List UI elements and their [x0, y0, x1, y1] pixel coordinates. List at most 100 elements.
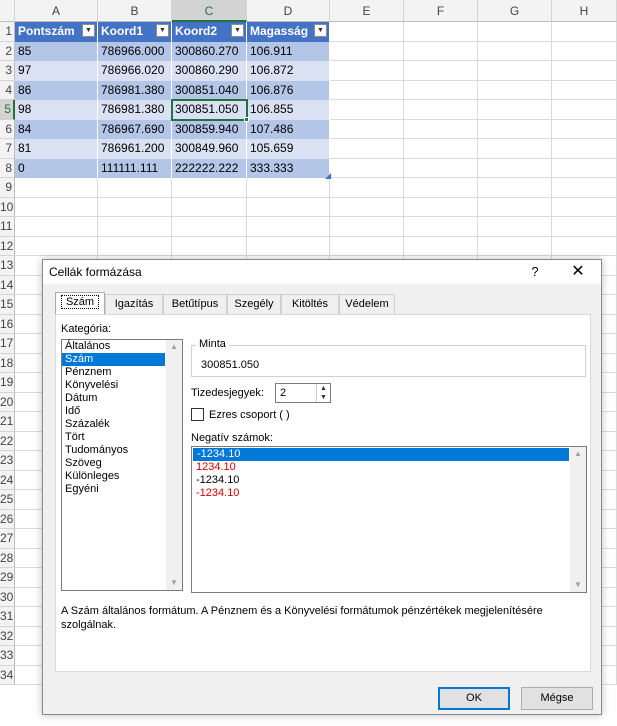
grid-cell[interactable]: [172, 197, 247, 217]
negative-format-option[interactable]: -1234.10: [192, 487, 586, 500]
row-header-21[interactable]: 21: [0, 412, 15, 432]
table-cell[interactable]: 222222.222: [172, 158, 247, 178]
table-cell[interactable]: 786981.380: [98, 80, 172, 100]
row-header-3[interactable]: 3: [0, 61, 15, 81]
grid-cell[interactable]: [404, 217, 478, 237]
category-item[interactable]: Különleges: [62, 470, 165, 483]
row-header-6[interactable]: 6: [0, 119, 15, 139]
table-cell[interactable]: 106.911: [247, 41, 330, 61]
column-header-f[interactable]: F: [404, 0, 478, 22]
table-header-cell[interactable]: Koord1 ▼: [98, 22, 172, 42]
grid-cell[interactable]: [552, 22, 617, 42]
help-button[interactable]: ?: [526, 263, 544, 281]
grid-cell[interactable]: [552, 41, 617, 61]
scroll-down-icon[interactable]: ▼: [573, 580, 583, 590]
corner-select-all[interactable]: [0, 0, 15, 22]
grid-cell[interactable]: [98, 197, 172, 217]
row-header-11[interactable]: 11: [0, 217, 15, 237]
grid-cell[interactable]: [552, 158, 617, 178]
table-cell[interactable]: 300860.290: [172, 61, 247, 81]
column-header-e[interactable]: E: [330, 0, 404, 22]
column-header-c[interactable]: C: [172, 0, 247, 22]
column-header-h[interactable]: H: [552, 0, 617, 22]
grid-cell[interactable]: [552, 178, 617, 198]
grid-cell[interactable]: [330, 217, 404, 237]
grid-cell[interactable]: [330, 22, 404, 42]
row-header-13[interactable]: 13: [0, 256, 15, 276]
category-item[interactable]: Szöveg: [62, 457, 165, 470]
grid-cell[interactable]: [247, 217, 330, 237]
grid-cell[interactable]: [404, 22, 478, 42]
grid-cell[interactable]: [330, 158, 404, 178]
grid-cell[interactable]: [478, 139, 552, 159]
negative-list-scrollbar[interactable]: ▲ ▼: [570, 447, 586, 592]
row-header-20[interactable]: 20: [0, 392, 15, 412]
category-item[interactable]: Tudományos: [62, 444, 165, 457]
table-cell[interactable]: 98: [15, 100, 98, 120]
decimals-value[interactable]: 2: [280, 387, 286, 399]
grid-cell[interactable]: [404, 80, 478, 100]
filter-dropdown-icon[interactable]: ▼: [314, 24, 327, 37]
thousands-separator-checkbox[interactable]: [191, 408, 204, 421]
grid-cell[interactable]: [98, 236, 172, 256]
grid-cell[interactable]: [330, 197, 404, 217]
table-cell[interactable]: 85: [15, 41, 98, 61]
spin-up-icon[interactable]: ▲: [317, 384, 330, 393]
grid-cell[interactable]: [15, 178, 98, 198]
grid-cell[interactable]: [330, 119, 404, 139]
row-header-26[interactable]: 26: [0, 509, 15, 529]
column-header-d[interactable]: D: [247, 0, 330, 22]
category-item[interactable]: Pénznem: [62, 366, 165, 379]
grid-cell[interactable]: [330, 80, 404, 100]
table-cell[interactable]: 786981.380: [98, 100, 172, 120]
row-header-2[interactable]: 2: [0, 41, 15, 61]
tab-4[interactable]: Kitöltés: [281, 294, 339, 314]
table-cell[interactable]: 107.486: [247, 119, 330, 139]
row-header-5[interactable]: 5: [0, 100, 15, 120]
dialog-titlebar[interactable]: Cellák formázása ? ✕: [43, 260, 601, 284]
table-cell[interactable]: 786966.000: [98, 41, 172, 61]
negative-format-option[interactable]: -1234.10: [192, 474, 586, 487]
grid-cell[interactable]: [404, 158, 478, 178]
grid-cell[interactable]: [404, 197, 478, 217]
category-item[interactable]: Egyéni: [62, 483, 165, 496]
category-item[interactable]: Dátum: [62, 392, 165, 405]
grid-cell[interactable]: [478, 197, 552, 217]
table-cell[interactable]: 786967.690: [98, 119, 172, 139]
row-header-27[interactable]: 27: [0, 529, 15, 549]
grid-cell[interactable]: [478, 22, 552, 42]
category-scrollbar[interactable]: ▲ ▼: [166, 340, 182, 590]
grid-cell[interactable]: [404, 236, 478, 256]
row-header-8[interactable]: 8: [0, 158, 15, 178]
category-item[interactable]: Szám: [62, 353, 165, 366]
row-header-29[interactable]: 29: [0, 568, 15, 588]
grid-cell[interactable]: [330, 41, 404, 61]
grid-cell[interactable]: [552, 217, 617, 237]
table-cell[interactable]: 106.872: [247, 61, 330, 81]
spin-down-icon[interactable]: ▼: [317, 393, 330, 402]
table-cell[interactable]: 106.855: [247, 100, 330, 120]
table-cell[interactable]: 300859.940: [172, 119, 247, 139]
table-cell[interactable]: 333.333: [247, 158, 330, 178]
grid-cell[interactable]: [172, 217, 247, 237]
grid-cell[interactable]: [478, 61, 552, 81]
grid-cell[interactable]: [330, 139, 404, 159]
table-cell[interactable]: 81: [15, 139, 98, 159]
row-header-28[interactable]: 28: [0, 548, 15, 568]
row-header-15[interactable]: 15: [0, 295, 15, 315]
grid-cell[interactable]: [98, 178, 172, 198]
negative-format-option[interactable]: 1234.10: [192, 461, 586, 474]
row-header-24[interactable]: 24: [0, 470, 15, 490]
table-cell[interactable]: 84: [15, 119, 98, 139]
table-cell[interactable]: 97: [15, 61, 98, 81]
grid-cell[interactable]: [552, 139, 617, 159]
scroll-down-icon[interactable]: ▼: [169, 578, 179, 588]
grid-cell[interactable]: [404, 119, 478, 139]
grid-cell[interactable]: [330, 61, 404, 81]
row-header-19[interactable]: 19: [0, 373, 15, 393]
cancel-button[interactable]: Mégse: [521, 687, 593, 710]
close-button[interactable]: ✕: [567, 262, 589, 282]
grid-cell[interactable]: [172, 236, 247, 256]
tab-0[interactable]: Szám: [55, 292, 105, 314]
column-header-b[interactable]: B: [98, 0, 172, 22]
